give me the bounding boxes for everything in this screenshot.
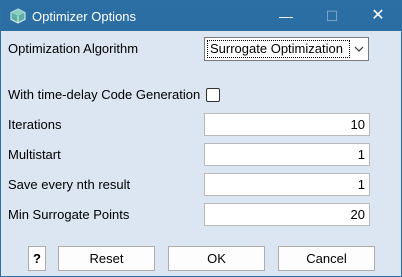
iterations-label: Iterations <box>8 117 62 132</box>
algorithm-label: Optimization Algorithm <box>8 41 139 56</box>
save-every-nth-label: Save every nth result <box>8 177 131 192</box>
algorithm-selected-value: Surrogate Optimization <box>207 40 350 58</box>
cancel-button[interactable]: Cancel <box>278 246 375 271</box>
multistart-field[interactable]: 1 <box>204 143 370 166</box>
iterations-field[interactable]: 10 <box>204 113 370 136</box>
reset-button[interactable]: Reset <box>58 246 155 271</box>
ok-button[interactable]: OK <box>168 246 265 271</box>
help-button[interactable]: ? <box>28 246 46 271</box>
title-bar[interactable]: Optimizer Options — ☐ ✕ <box>1 1 401 31</box>
maximize-button[interactable]: ☐ <box>309 1 355 31</box>
close-button[interactable]: ✕ <box>355 1 401 31</box>
window-title: Optimizer Options <box>32 9 137 24</box>
app-cube-icon <box>10 8 26 24</box>
minimize-button[interactable]: — <box>263 1 309 31</box>
multistart-label: Multistart <box>8 147 61 162</box>
optimizer-options-dialog: Optimizer Options — ☐ ✕ Optimization Alg… <box>0 0 402 277</box>
timedelay-label: With time-delay Code Generation <box>8 87 201 102</box>
algorithm-select[interactable]: Surrogate Optimization <box>204 37 369 61</box>
timedelay-checkbox[interactable] <box>206 88 220 102</box>
min-surrogate-points-field[interactable]: 20 <box>204 203 370 226</box>
save-every-nth-field[interactable]: 1 <box>204 173 370 196</box>
min-surrogate-points-label: Min Surrogate Points <box>8 207 130 222</box>
chevron-down-icon <box>354 46 364 52</box>
